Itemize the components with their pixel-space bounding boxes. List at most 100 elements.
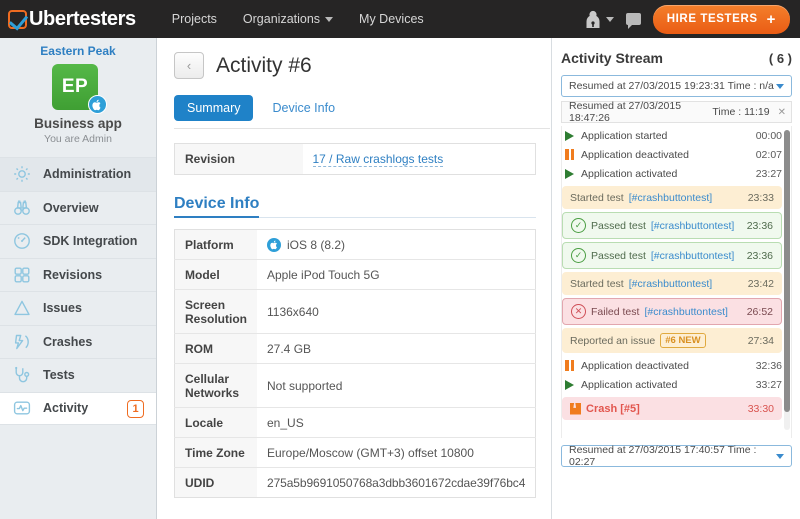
sidebar: Eastern Peak EP Business app You are Adm…	[0, 38, 157, 519]
list-item[interactable]: Started test [#crashbuttontest] 23:33	[562, 186, 782, 209]
list-item[interactable]: Started test [#crashbuttontest] 23:42	[562, 272, 782, 295]
list-item[interactable]: Application deactivated 02:07	[562, 145, 782, 164]
sidebar-item-issues[interactable]: Issues	[0, 291, 156, 325]
revision-link[interactable]: 17 / Raw crashlogs tests	[312, 152, 444, 167]
app-icon-wrapper: EP	[52, 64, 107, 114]
main-content: ‹ Activity #6 Summary Device Info Revisi…	[158, 38, 550, 519]
tab-device-info[interactable]: Device Info	[259, 95, 348, 121]
platform-value-wrapper: iOS 8 (8.2)	[267, 237, 525, 252]
sidebar-item-label: Tests	[43, 368, 75, 383]
event-time: 02:07	[755, 148, 782, 161]
list-item[interactable]: Application started 00:00	[562, 126, 782, 145]
list-item[interactable]: ✓ Passed test [#crashbuttontest] 23:36	[562, 212, 782, 239]
sidebar-item-sdk-integration[interactable]: SDK Integration	[0, 224, 156, 258]
sidebar-item-crashes[interactable]: Crashes	[0, 324, 156, 359]
event-time: 23:42	[747, 277, 774, 290]
activity-stream-title: Activity Stream	[561, 50, 663, 66]
list-item[interactable]: Reported an issue #6 NEW 27:34	[562, 328, 782, 353]
crash-icon	[12, 332, 32, 352]
user-role: You are Admin	[44, 133, 112, 145]
app-root: Ubertesters Projects Organizations My De…	[0, 0, 800, 519]
table-row: Platform iOS 8 (8.2)	[174, 229, 536, 260]
issue-badge[interactable]: #6 NEW	[660, 333, 706, 348]
crash-icon	[570, 402, 581, 415]
table-row: ROM 27.4 GB	[174, 333, 536, 364]
nav-item-organizations[interactable]: Organizations	[242, 12, 334, 26]
apple-icon	[88, 95, 107, 114]
app-card: Eastern Peak EP Business app You are Adm…	[0, 38, 156, 153]
play-icon	[565, 168, 581, 179]
revision-table: Revision 17 / Raw crashlogs tests	[174, 143, 536, 175]
sidebar-item-activity[interactable]: Activity 1	[0, 391, 156, 425]
chevron-down-icon	[605, 16, 614, 22]
row-key: Platform	[174, 229, 257, 260]
list-item[interactable]: Application activated 33:27	[562, 375, 782, 394]
event-text: Reported an issue	[570, 334, 656, 347]
sidebar-item-administration[interactable]: Administration	[0, 157, 156, 191]
hire-testers-button[interactable]: HIRE TESTERS +	[652, 4, 790, 34]
gear-icon	[12, 164, 32, 184]
check-circle-icon: ✓	[571, 218, 586, 233]
sidebar-item-label: Activity	[43, 401, 89, 416]
event-time: 33:27	[755, 378, 782, 391]
table-row: Model Apple iPod Touch 5G	[174, 259, 536, 290]
chat-icon[interactable]	[625, 13, 641, 29]
table-row: Time Zone Europe/Moscow (GMT+3) offset 1…	[174, 437, 536, 468]
close-icon[interactable]: ✕	[778, 107, 786, 118]
event-text: Passed test	[591, 249, 646, 262]
table-row: UDID 275a5b9691050768a3dbb3601672cdae39f…	[174, 467, 536, 498]
test-tag[interactable]: [#crashbuttontest]	[629, 278, 712, 290]
session-select-top[interactable]: Resumed at 27/03/2015 19:23:31 Time : n/…	[561, 75, 792, 97]
row-key: UDID	[174, 467, 257, 498]
sidebar-item-overview[interactable]: Overview	[0, 190, 156, 225]
test-tag[interactable]: [#crashbuttontest]	[629, 192, 712, 204]
nav-item-projects[interactable]: Projects	[172, 12, 217, 26]
row-key: ROM	[174, 333, 257, 364]
sidebar-item-tests[interactable]: Tests	[0, 358, 156, 392]
list-item[interactable]: ✓ Passed test [#crashbuttontest] 23:36	[562, 242, 782, 269]
sidebar-item-revisions[interactable]: Revisions	[0, 257, 156, 292]
sidebar-item-label: Overview	[43, 200, 99, 215]
list-item[interactable]: Application deactivated 32:36	[562, 356, 782, 375]
list-item[interactable]: Crash [#5] 33:30	[562, 397, 782, 420]
apple-glyph	[92, 99, 101, 110]
test-tag[interactable]: [#crashbuttontest]	[644, 306, 727, 318]
brand-logo[interactable]: Ubertesters	[0, 8, 136, 31]
activity-count-badge: 1	[127, 399, 144, 418]
event-text: Failed test	[591, 305, 640, 318]
row-key: Locale	[174, 407, 257, 438]
chevron-down-icon	[776, 453, 784, 459]
nav-item-my-devices[interactable]: My Devices	[359, 12, 424, 26]
row-value: en_US	[257, 407, 536, 438]
session-select-bottom[interactable]: Resumed at 27/03/2015 17:40:57 Time : 02…	[561, 444, 792, 468]
event-text: Started test	[570, 277, 624, 290]
revision-label: Revision	[185, 152, 236, 166]
brand-name: Ubertesters	[29, 7, 136, 30]
list-item[interactable]: ✕ Failed test [#crashbuttontest] 26:52	[562, 298, 782, 325]
tab-summary[interactable]: Summary	[174, 95, 254, 121]
event-time: 23:36	[746, 249, 773, 262]
test-tag[interactable]: [#crashbuttontest]	[651, 220, 734, 232]
list-item[interactable]: Application activated 23:27	[562, 164, 782, 183]
event-time: 32:36	[755, 359, 782, 372]
event-text: Application deactivated	[581, 359, 689, 372]
test-tag[interactable]: [#crashbuttontest]	[651, 250, 734, 262]
table-row: Locale en_US	[174, 407, 536, 438]
warning-triangle-icon	[12, 298, 32, 318]
back-button[interactable]: ‹	[174, 52, 204, 79]
row-key: Cellular Networks	[174, 363, 257, 408]
device-info-table: Platform iOS 8 (8.2) Model Apple iPod To…	[174, 229, 537, 498]
row-value: Not supported	[257, 363, 536, 408]
nav-item-organizations-label: Organizations	[242, 12, 321, 26]
activity-stream-panel: Activity Stream ( 6 ) Resumed at 27/03/2…	[551, 38, 800, 519]
top-bar-actions: HIRE TESTERS +	[584, 0, 800, 38]
user-icon	[586, 10, 600, 28]
nav-item-projects-label: Projects	[171, 12, 217, 26]
user-menu[interactable]	[584, 9, 614, 29]
team-name[interactable]: Eastern Peak	[0, 44, 156, 58]
play-icon	[565, 379, 581, 390]
session-select-bottom-value: Resumed at 27/03/2015 17:40:57 Time : 02…	[569, 444, 757, 468]
sidebar-item-label: Crashes	[43, 334, 93, 349]
event-list-scrollbar-thumb[interactable]	[784, 130, 790, 412]
row-value: Europe/Moscow (GMT+3) offset 10800	[257, 437, 536, 468]
